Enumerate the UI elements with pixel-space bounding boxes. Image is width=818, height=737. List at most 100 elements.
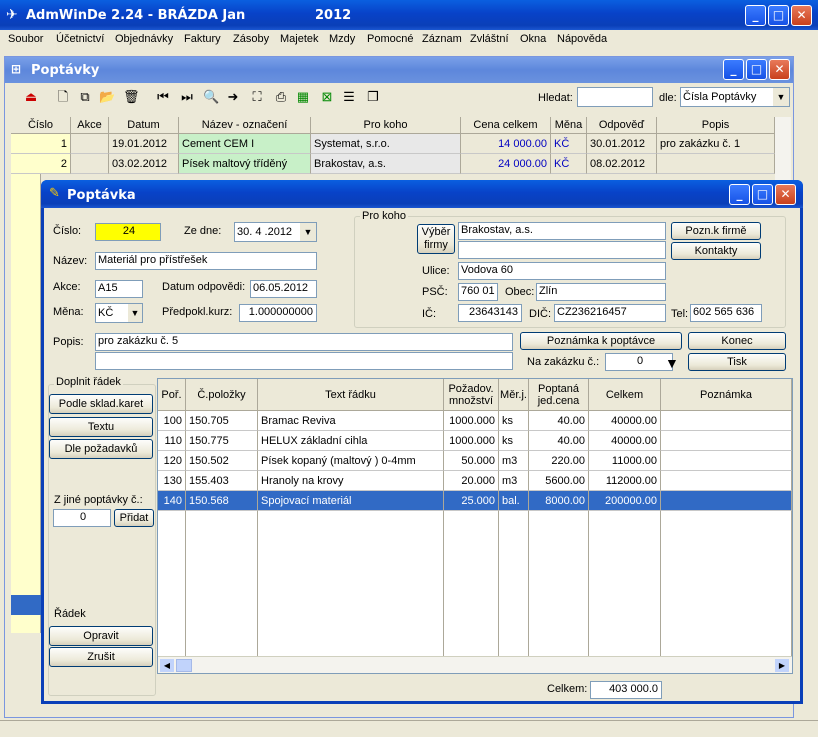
grid-cell-mj[interactable]: m3 — [499, 451, 529, 471]
popis-line1[interactable]: pro zakázku č. 5 — [95, 333, 513, 351]
grid-col-header[interactable]: Poř. — [158, 379, 186, 411]
obec-field[interactable]: Zlín — [536, 283, 666, 301]
grid-cell-mj[interactable]: ks — [499, 411, 529, 431]
grid-cell-mnoz[interactable]: 1000.000 — [444, 411, 499, 431]
grid-cell-celkem[interactable]: 112000.00 — [589, 471, 661, 491]
list-cell-nazev[interactable]: Cement CEM I — [179, 134, 311, 154]
grid-cell-pozn[interactable] — [661, 431, 792, 451]
document-icon[interactable]: ☰ — [341, 89, 357, 105]
nazakazku-dropdown-icon[interactable]: ▼ — [665, 355, 679, 371]
menu-item-11[interactable]: Nápověda — [557, 33, 607, 45]
menu-item-8[interactable]: Záznam — [422, 33, 462, 45]
grid-cell-pozn[interactable] — [661, 411, 792, 431]
pozn-firme-button[interactable]: Pozn.k firmě — [671, 222, 761, 240]
list-cell-popis[interactable]: pro zakázku č. 1 — [657, 134, 775, 154]
kontakty-button[interactable]: Kontakty — [671, 242, 761, 260]
grid-col-header[interactable]: Požadov. množství — [444, 379, 499, 411]
minimize-button[interactable]: _ — [745, 5, 766, 26]
grid-cell-por[interactable]: 100 — [158, 411, 186, 431]
menu-item-1[interactable]: Účetnictví — [56, 33, 104, 45]
grid-col-header[interactable]: Poznámka — [661, 379, 792, 411]
items-hscrollbar[interactable]: ◀ ▶ — [158, 656, 792, 673]
dic-field[interactable]: CZ236216457 — [554, 304, 666, 322]
grid-cell-mnoz[interactable]: 1000.000 — [444, 431, 499, 451]
firma-name2-field[interactable] — [458, 241, 666, 259]
list-col-header[interactable]: Datum — [109, 117, 179, 134]
exit-icon[interactable]: ⏏ — [23, 89, 39, 105]
nazakazku-field[interactable]: 0 — [605, 353, 673, 371]
menu-item-9[interactable]: Zvláštní — [470, 33, 509, 45]
scroll-right-icon[interactable]: ▶ — [775, 659, 789, 672]
vyber-firmy-button[interactable]: Výběr firmy — [417, 224, 455, 254]
scroll-left-icon[interactable]: ◀ — [160, 659, 174, 672]
datum-odp-field[interactable]: 06.05.2012 — [250, 280, 317, 298]
menu-item-10[interactable]: Okna — [520, 33, 546, 45]
firma-name-field[interactable]: Brakostav, a.s. — [458, 222, 666, 240]
list-cell-cena[interactable]: 24 000.00 — [461, 154, 551, 174]
list-cell-akce[interactable] — [71, 154, 109, 174]
grid-cell-text[interactable]: Hranoly na krovy — [258, 471, 444, 491]
menu-item-2[interactable]: Objednávky — [115, 33, 173, 45]
list-col-header[interactable]: Název - označení — [179, 117, 311, 134]
list-minimize-button[interactable]: _ — [723, 59, 744, 80]
grid-cell-pol[interactable]: 150.775 — [186, 431, 258, 451]
grid-cell-pol[interactable]: 155.403 — [186, 471, 258, 491]
grid-cell-por[interactable]: 120 — [158, 451, 186, 471]
akce-field[interactable]: A15 — [95, 280, 143, 298]
select-icon[interactable]: ⛶ — [249, 89, 265, 105]
grid-cell-text[interactable]: HELUX základní cihla — [258, 431, 444, 451]
list-cell-mena[interactable]: KČ — [551, 134, 587, 154]
grid-cell-pozn[interactable] — [661, 451, 792, 471]
list-cell-odpoved[interactable]: 08.02.2012 — [587, 154, 657, 174]
psc-field[interactable]: 760 01 — [458, 283, 498, 301]
grid-cell-mj[interactable]: m3 — [499, 471, 529, 491]
tisk-button[interactable]: Tisk — [688, 353, 786, 371]
grid-cell-cena[interactable]: 40.00 — [529, 411, 589, 431]
list-cell-odpoved[interactable]: 30.01.2012 — [587, 134, 657, 154]
kurz-field[interactable]: 1.000000000 — [239, 304, 317, 322]
mena-select[interactable]: KČ ▼ — [95, 303, 143, 323]
detail-close-button[interactable]: ✕ — [775, 184, 796, 205]
grid-cell-cena[interactable]: 8000.00 — [529, 491, 589, 511]
list-cell-datum[interactable]: 19.01.2012 — [109, 134, 179, 154]
open-icon[interactable]: 📂 — [99, 89, 115, 105]
close-button[interactable]: ✕ — [791, 5, 812, 26]
goto-icon[interactable]: ➜ — [225, 89, 241, 105]
grid-cell-mnoz[interactable]: 25.000 — [444, 491, 499, 511]
list-col-header[interactable]: Měna — [551, 117, 587, 134]
grid-cell-text[interactable]: Spojovací materiál — [258, 491, 444, 511]
list-cell-cislo[interactable]: 2 — [11, 154, 71, 174]
list-col-header[interactable]: Pro koho — [311, 117, 461, 134]
zedne-field[interactable]: 30. 4 .2012 ▼ — [234, 222, 317, 242]
grid-cell-text[interactable]: Bramac Reviva — [258, 411, 444, 431]
list-col-header[interactable]: Číslo — [11, 117, 71, 134]
nazev-field[interactable]: Materiál pro přístřešek — [95, 252, 317, 270]
podle-sklad-button[interactable]: Podle sklad.karet — [49, 394, 153, 414]
grid-col-header[interactable]: Poptaná jed.cena — [529, 379, 589, 411]
menu-item-0[interactable]: Soubor — [8, 33, 43, 45]
list-cell-nazev[interactable]: Písek maltový tříděný — [179, 154, 311, 174]
list-cell-prokoho[interactable]: Brakostav, a.s. — [311, 154, 461, 174]
menu-item-6[interactable]: Mzdy — [329, 33, 355, 45]
search-input[interactable] — [577, 87, 653, 107]
grid-cell-celkem[interactable]: 200000.00 — [589, 491, 661, 511]
first-record-icon[interactable]: ⏮ — [155, 89, 171, 105]
grid-cell-pol[interactable]: 150.568 — [186, 491, 258, 511]
grid-cell-mj[interactable]: ks — [499, 431, 529, 451]
list-close-button[interactable]: ✕ — [769, 59, 790, 80]
detail-minimize-button[interactable]: _ — [729, 184, 750, 205]
menu-item-4[interactable]: Zásoby — [233, 33, 269, 45]
list-cell-mena[interactable]: KČ — [551, 154, 587, 174]
grid-cell-por[interactable]: 130 — [158, 471, 186, 491]
zjine-field[interactable]: 0 — [53, 509, 111, 527]
grid-cell-cena[interactable]: 220.00 — [529, 451, 589, 471]
grid-cell-mnoz[interactable]: 50.000 — [444, 451, 499, 471]
menu-item-5[interactable]: Majetek — [280, 33, 319, 45]
pridat-button[interactable]: Přidat — [114, 509, 154, 527]
dle-pozadavku-button[interactable]: Dle požadavků — [49, 439, 153, 459]
list-cell-akce[interactable] — [71, 134, 109, 154]
grid-col-header[interactable]: Č.položky — [186, 379, 258, 411]
grid-col-header[interactable]: Měr.j. — [499, 379, 529, 411]
list-cell-popis[interactable] — [657, 154, 775, 174]
delete-icon[interactable]: 🗑 — [123, 89, 140, 105]
